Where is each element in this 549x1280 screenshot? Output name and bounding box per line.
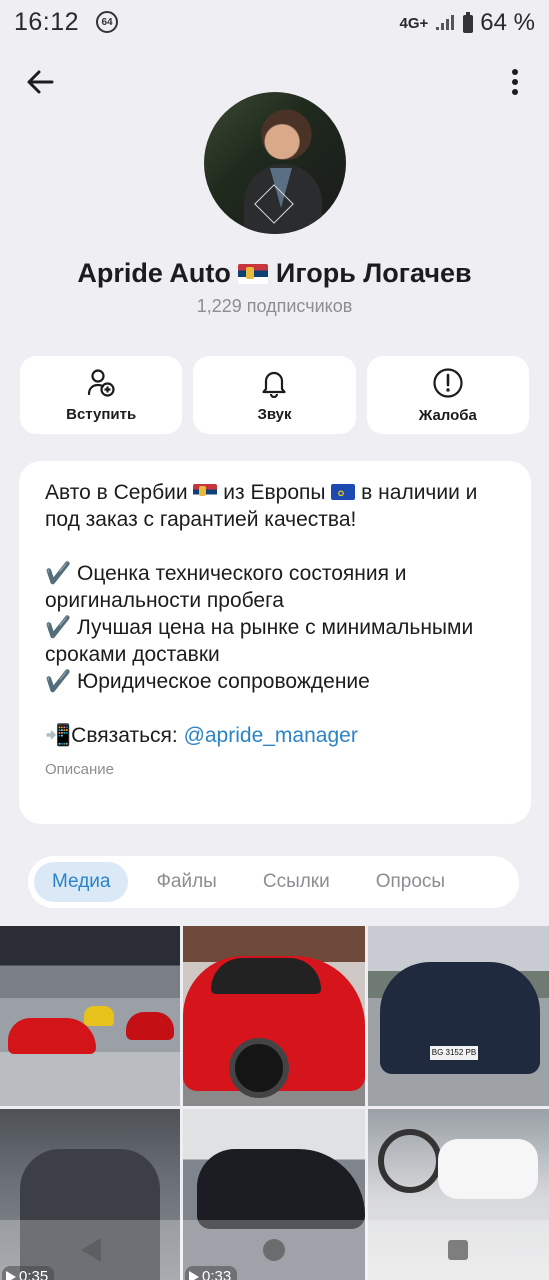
report-button[interactable]: Жалоба	[366, 356, 529, 434]
license-plate: BG 3152 PB	[430, 1046, 478, 1060]
status-time: 16:12	[14, 8, 80, 36]
eu-flag-icon	[331, 480, 356, 507]
description-intro: Авто в Сербии из Европы в наличии и под …	[45, 479, 505, 533]
battery-percent: 64 %	[480, 9, 535, 36]
media-tabs: Медиа Файлы Ссылки Опросы	[28, 856, 519, 908]
report-label: Жалоба	[418, 406, 477, 424]
thumb-shape	[197, 1149, 365, 1229]
desc-text-2: из Европы	[223, 481, 326, 504]
nav-back-icon[interactable]	[81, 1238, 102, 1262]
join-label: Вступить	[66, 405, 137, 423]
serbia-flag-icon	[193, 484, 218, 500]
media-thumbnail[interactable]: BG 3152 PB	[368, 926, 549, 1106]
tab-files[interactable]: Файлы	[138, 862, 234, 902]
more-button[interactable]	[501, 64, 529, 100]
tab-links[interactable]: Ссылки	[245, 862, 348, 902]
media-thumbnail[interactable]	[183, 926, 365, 1106]
thumb-shape	[211, 958, 321, 994]
description-card: Авто в Сербии из Европы в наличии и под …	[19, 461, 531, 824]
exclamation-circle-icon	[433, 367, 463, 398]
desc-bullet-3: ✔️ Юридическое сопровождение	[45, 670, 370, 693]
status-bar: 16:12 64 4G+ 64 %	[0, 0, 549, 46]
media-thumbnail[interactable]	[0, 926, 180, 1106]
desc-bullet-1: ✔️ Оценка технического состояния и ориги…	[45, 562, 407, 612]
action-buttons: Вступить Звук Жалоба	[20, 356, 529, 434]
desc-bullet-2: ✔️ Лучшая цена на рынке с минимальными с…	[45, 616, 474, 666]
join-button[interactable]: Вступить	[20, 356, 183, 434]
channel-name-part2: Игорь Логачев	[275, 258, 472, 288]
description-caption: Описание	[45, 761, 115, 778]
thumb-shape	[126, 1012, 174, 1040]
nav-recents-icon[interactable]	[447, 1240, 468, 1260]
back-button[interactable]	[22, 64, 58, 100]
thumb-shape	[84, 1006, 114, 1026]
add-person-icon	[88, 368, 115, 397]
nav-home-icon[interactable]	[263, 1239, 286, 1261]
thumb-shape	[229, 1038, 289, 1098]
system-nav-bar	[0, 1220, 549, 1280]
channel-name-part1: Apride Auto	[77, 258, 231, 288]
bell-icon	[262, 371, 287, 398]
sound-button[interactable]: Звук	[193, 356, 356, 434]
thumb-shape	[438, 1139, 538, 1199]
more-vertical-icon	[512, 69, 518, 95]
thumb-shape	[378, 1129, 442, 1193]
tab-polls[interactable]: Опросы	[358, 862, 463, 902]
contact-prefix: 📲Связаться:	[45, 724, 184, 747]
desc-contact: 📲Связаться: @apride_manager	[45, 722, 505, 749]
channel-avatar[interactable]	[204, 92, 346, 234]
manager-link[interactable]: @apride_manager	[184, 724, 358, 747]
channel-title: Apride Auto Игорь Логачев	[0, 258, 549, 289]
tab-media[interactable]: Медиа	[34, 862, 129, 902]
signal-icon	[436, 15, 455, 30]
arrow-left-icon	[27, 70, 54, 94]
sound-label: Звук	[257, 405, 292, 423]
network-type: 4G+	[399, 14, 429, 32]
desc-text-1: Авто в Сербии	[45, 481, 188, 504]
battery-icon	[463, 12, 474, 33]
serbia-flag-icon	[238, 264, 269, 284]
thumb-shape	[8, 1018, 96, 1054]
status-right: 4G+ 64 %	[400, 9, 535, 37]
subscriber-count: 1,229 подписчиков	[196, 296, 353, 316]
notification-badge: 64	[96, 11, 118, 33]
